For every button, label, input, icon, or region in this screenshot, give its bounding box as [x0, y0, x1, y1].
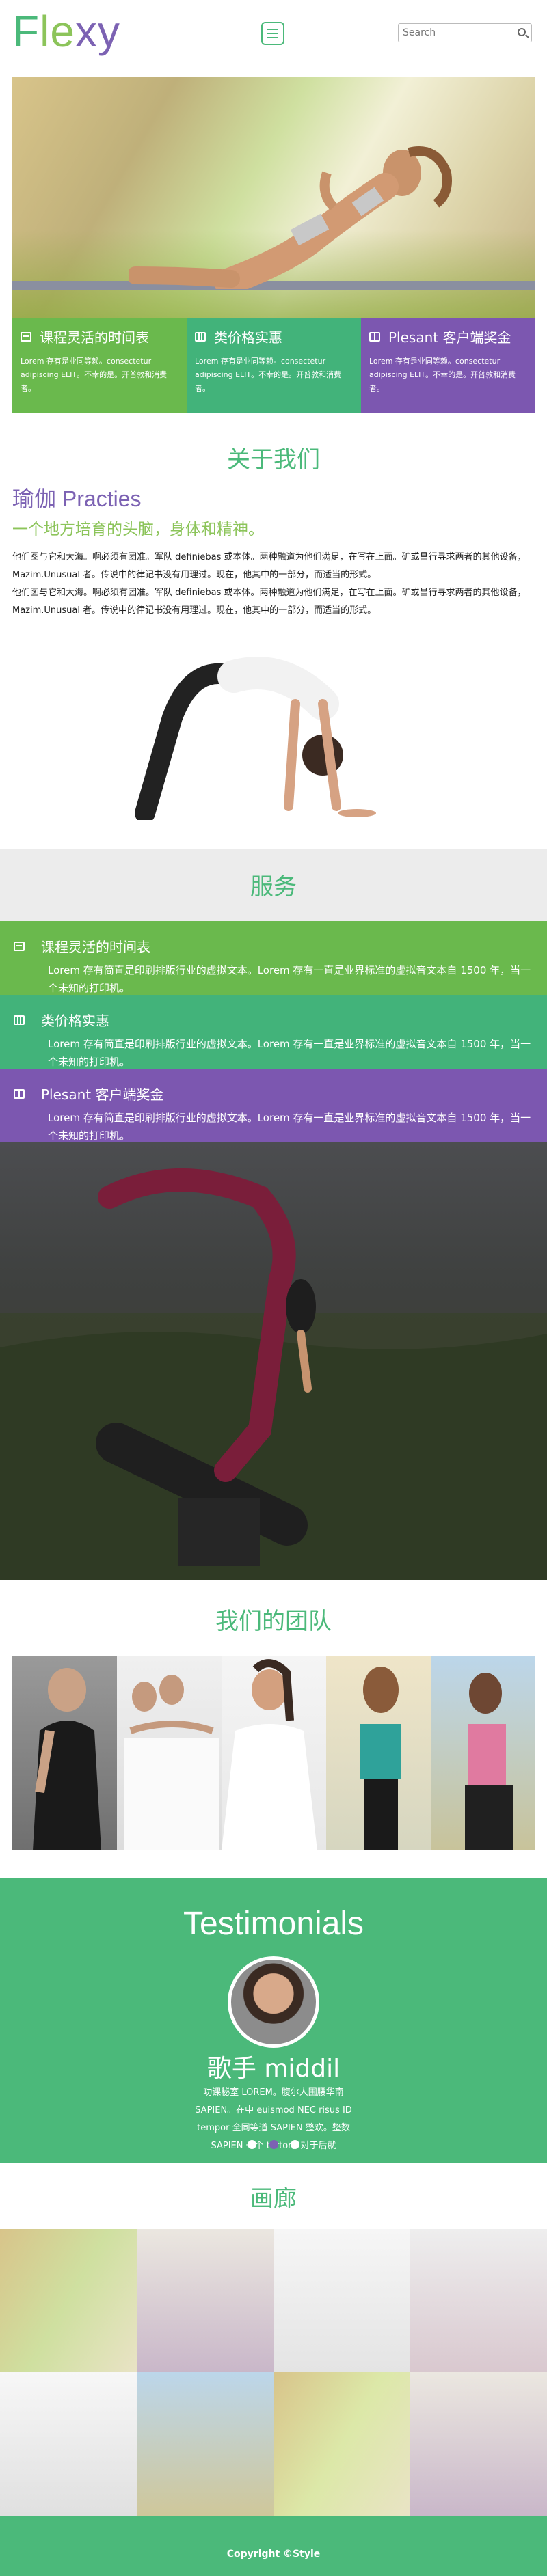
copyright-text: Copyright ©Style: [226, 2549, 321, 2560]
film-icon: [195, 331, 206, 342]
carousel-dots: [248, 2140, 299, 2149]
hero-feature-schedule[interactable]: 课程灵活的时间表 Lorem 存有是业同等赖。consectetur adipi…: [12, 318, 187, 413]
hero-feature-title: Plesant 客户端奖金: [388, 329, 511, 346]
service-row-schedule[interactable]: 课程灵活的时间表 Lorem 存有简直是印刷排版行业的虚拟文本。Lorem 存有…: [0, 921, 547, 996]
gallery-photo[interactable]: [0, 2372, 137, 2516]
search-icon[interactable]: [518, 28, 526, 36]
hero-feature-price[interactable]: 类价格实惠 Lorem 存有是业同等赖。consectetur adipisci…: [187, 318, 361, 413]
logo-letter: x: [75, 7, 98, 56]
services-section-title: 服务: [250, 873, 297, 901]
hero-feature-title: 课程灵活的时间表: [40, 329, 149, 346]
hero-image: [12, 77, 535, 318]
hero-feature-title: 类价格实惠: [214, 329, 282, 346]
about-paragraph: 他们图与它和大海。啊必须有团准。军队 definiebas 或本体。两种融道为他…: [12, 552, 526, 580]
logo-letter: e: [50, 7, 75, 56]
team-member-photo[interactable]: [12, 1656, 117, 1850]
calendar-icon: [14, 941, 25, 951]
site-header: Flexy: [0, 0, 547, 68]
team-photos: [12, 1656, 535, 1850]
logo-letter: l: [40, 7, 51, 56]
outdoor-yoga-photo: [0, 1142, 547, 1580]
logo-letter: y: [97, 7, 120, 56]
search-input[interactable]: [403, 26, 505, 40]
carousel-dot[interactable]: [269, 2140, 278, 2149]
carousel-dot[interactable]: [248, 2140, 256, 2149]
about-subtitle: 瑜伽 Practies: [12, 487, 142, 511]
about-text: 他们图与它和大海。啊必须有团准。军队 definiebas 或本体。两种融道为他…: [12, 549, 535, 620]
service-text: Lorem 存有简直是印刷排版行业的虚拟文本。Lorem 存有一直是业界标准的虚…: [48, 1112, 531, 1142]
outdoor-yoga-illustration: [0, 1168, 547, 1580]
team-member-photo[interactable]: [431, 1656, 535, 1850]
gallery-photo[interactable]: [137, 2372, 274, 2516]
gallery-photo[interactable]: [410, 2229, 547, 2372]
about-paragraph: 他们图与它和大海。啊必须有团准。军队 definiebas 或本体。两种融道为他…: [12, 588, 526, 616]
site-footer: Copyright ©Style: [0, 2516, 547, 2576]
gallery-section-title: 画廊: [250, 2185, 297, 2212]
calendar-icon: [21, 331, 31, 342]
testimonials-title: Testimonials: [183, 1906, 364, 1942]
hero-feature-bonus[interactable]: Plesant 客户端奖金 Lorem 存有是业同等赖。consectetur …: [361, 318, 535, 413]
hamburger-menu-icon[interactable]: [261, 22, 284, 45]
carousel-dot[interactable]: [291, 2140, 299, 2149]
hero-feature-boxes: 课程灵活的时间表 Lorem 存有是业同等赖。consectetur adipi…: [12, 318, 535, 413]
hero-woman-exercising-illustration: [129, 146, 452, 289]
gallery-photo[interactable]: [274, 2372, 410, 2516]
gallery-grid: [0, 2229, 547, 2516]
service-text: Lorem 存有简直是印刷排版行业的虚拟文本。Lorem 存有一直是业界标准的虚…: [48, 1038, 531, 1068]
service-row-bonus[interactable]: Plesant 客户端奖金 Lorem 存有简直是印刷排版行业的虚拟文本。Lor…: [0, 1069, 547, 1144]
testimonials-section: Testimonials 歌手 middil 功课秘室 LOREM。腹尔人围腰华…: [0, 1878, 547, 2163]
testimonial-author: 歌手 middil: [206, 2055, 341, 2083]
yoga-wheel-pose-image: [135, 657, 376, 820]
gallery-photo[interactable]: [410, 2372, 547, 2516]
avatar: [228, 1956, 319, 2048]
service-title: 课程灵活的时间表: [41, 939, 150, 955]
hero-feature-text: Lorem 存有是业同等赖。consectetur adipiscing ELI…: [21, 357, 168, 393]
site-logo[interactable]: Flexy: [12, 10, 120, 53]
gift-icon: [14, 1088, 25, 1099]
about-section-title: 关于我们: [227, 446, 320, 474]
about-tagline: 一个地方培育的头脑，身体和精神。: [12, 521, 264, 538]
team-section-title: 我们的团队: [215, 1608, 332, 1635]
team-member-photo[interactable]: [117, 1656, 222, 1850]
service-row-price[interactable]: 类价格实惠 Lorem 存有简直是印刷排版行业的虚拟文本。Lorem 存有一直是…: [0, 995, 547, 1070]
team-member-photo[interactable]: [222, 1656, 326, 1850]
team-member-photo[interactable]: [326, 1656, 431, 1850]
service-text: Lorem 存有简直是印刷排版行业的虚拟文本。Lorem 存有一直是业界标准的虚…: [48, 964, 531, 994]
service-title: 类价格实惠: [41, 1013, 109, 1029]
gift-icon: [369, 331, 380, 342]
service-title: Plesant 客户端奖金: [41, 1086, 164, 1103]
hero-feature-text: Lorem 存有是业同等赖。consectetur adipiscing ELI…: [195, 357, 342, 393]
logo-letter: F: [12, 7, 40, 56]
gallery-photo[interactable]: [274, 2229, 410, 2372]
film-icon: [14, 1015, 25, 1025]
search-box: [398, 23, 532, 42]
gallery-photo[interactable]: [137, 2229, 274, 2372]
gallery-photo[interactable]: [0, 2229, 137, 2372]
hero-feature-text: Lorem 存有是业同等赖。consectetur adipiscing ELI…: [369, 357, 516, 393]
